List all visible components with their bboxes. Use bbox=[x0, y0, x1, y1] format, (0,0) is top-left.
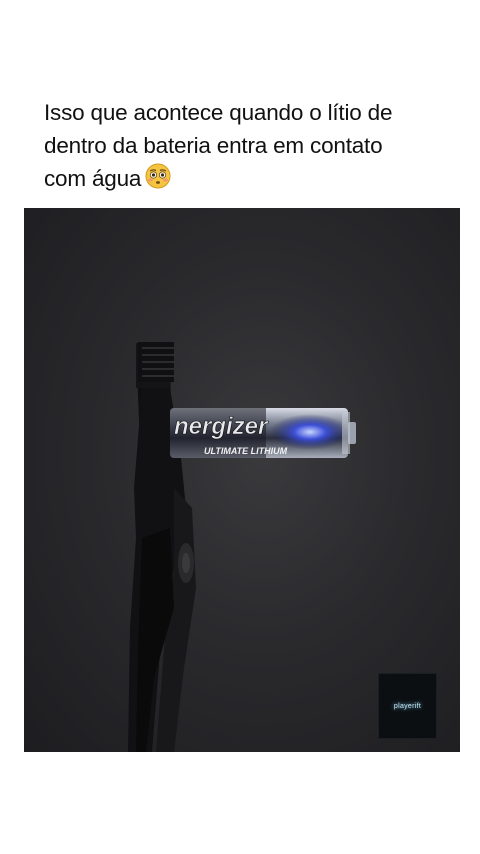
caption-line-2: dentro da bateria entra em contato bbox=[44, 133, 383, 158]
channel-watermark: playerift bbox=[378, 673, 437, 739]
battery: nergizer ULTIMATE LITHIUM bbox=[170, 408, 356, 458]
battery-brand-label: nergizer bbox=[174, 413, 269, 440]
caption-line-3: com água bbox=[44, 162, 464, 198]
video-frame: nergizer ULTIMATE LITHIUM bbox=[128, 342, 356, 752]
post-caption: Isso que acontece quando o lítio de dent… bbox=[44, 96, 464, 198]
watermark-text: playerift bbox=[393, 702, 422, 710]
caption-line-1: Isso que acontece quando o lítio de bbox=[44, 100, 393, 125]
pliers bbox=[128, 342, 196, 752]
caption-line-3-text: com água bbox=[44, 166, 142, 191]
video-player[interactable]: nergizer ULTIMATE LITHIUM playerift bbox=[24, 208, 460, 752]
battery-subtitle-label: ULTIMATE LITHIUM bbox=[204, 446, 288, 456]
flushed-face-emoji-icon bbox=[145, 163, 171, 198]
